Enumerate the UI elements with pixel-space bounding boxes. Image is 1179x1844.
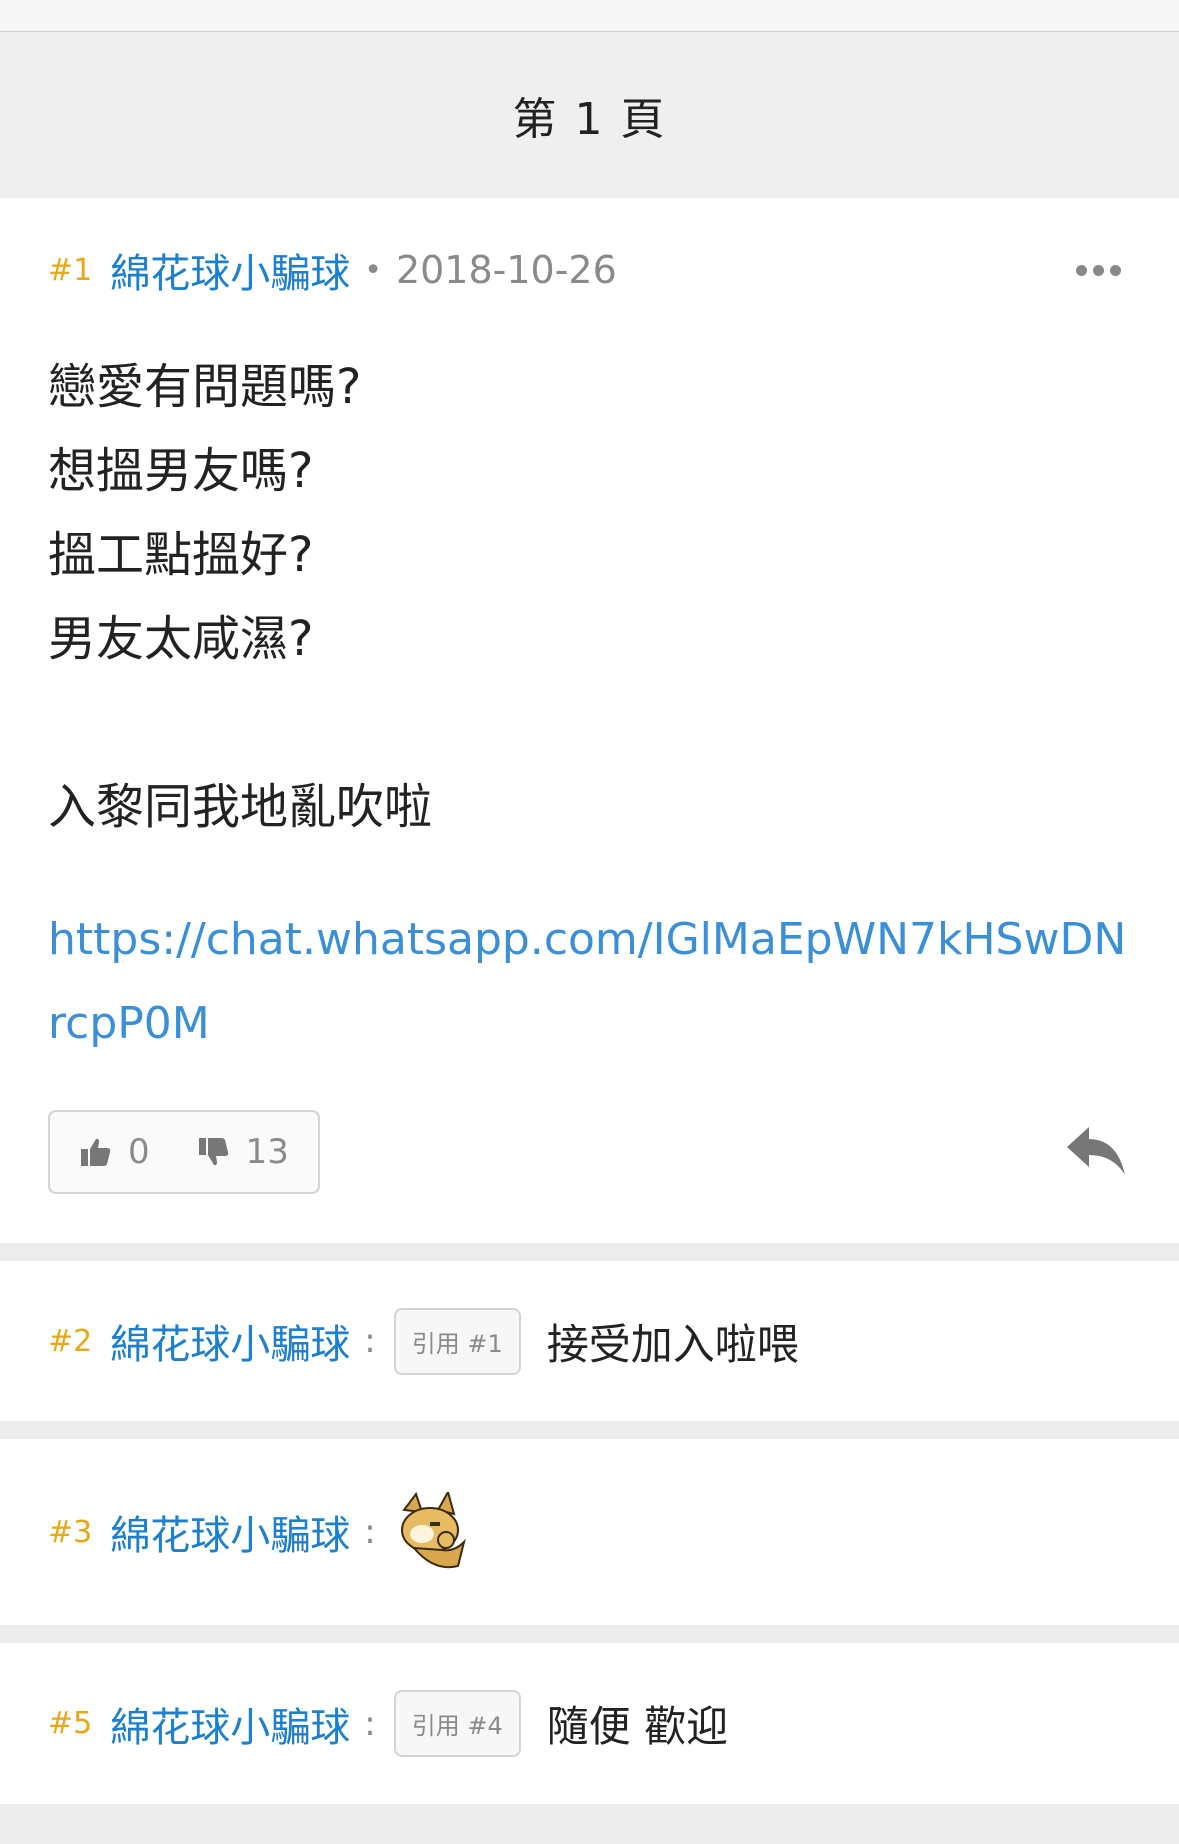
gap bbox=[0, 1243, 1179, 1261]
colon: : bbox=[364, 1512, 376, 1552]
reply-icon[interactable] bbox=[1065, 1125, 1127, 1181]
post-1: #1 綿花球小騙球 • 2018-10-26 戀愛有問題嗎? 想搵男友嗎? 搵工… bbox=[0, 198, 1179, 1243]
gap bbox=[0, 1625, 1179, 1643]
page-header: 第 1 頁 bbox=[0, 32, 1179, 198]
like-button[interactable]: 0 bbox=[80, 1132, 150, 1172]
comment-5: #5 綿花球小騙球 : 引用 #4 隨便 歡迎 bbox=[0, 1643, 1179, 1804]
gap bbox=[0, 1421, 1179, 1439]
body-line bbox=[48, 681, 432, 765]
meta-separator: • bbox=[364, 252, 382, 288]
comment-2: #2 綿花球小騙球 : 引用 #1 接受加入啦喂 bbox=[0, 1261, 1179, 1421]
dislike-count: 13 bbox=[245, 1132, 289, 1172]
quote-button[interactable]: 引用 #1 bbox=[393, 1307, 521, 1375]
whatsapp-link[interactable]: https://chat.whatsapp.com/IGlMaEpWN7kHSw… bbox=[48, 898, 1138, 1066]
body-line: 男友太咸濕? bbox=[48, 611, 314, 667]
floor-number: #5 bbox=[48, 1706, 93, 1741]
body-line: 搵工點搵好? bbox=[48, 527, 314, 583]
dislike-button[interactable]: 13 bbox=[198, 1132, 289, 1172]
post-meta: #1 綿花球小騙球 • 2018-10-26 bbox=[48, 240, 617, 300]
comment-text: 接受加入啦喂 bbox=[546, 1319, 799, 1369]
vote-box: 0 13 bbox=[48, 1110, 320, 1194]
colon: : bbox=[364, 1703, 376, 1744]
body-line: 入黎同我地亂吹啦 bbox=[48, 779, 433, 835]
more-dots-icon[interactable] bbox=[1076, 265, 1121, 276]
author-name[interactable]: 綿花球小騙球 bbox=[110, 1312, 350, 1370]
floor-number: #1 bbox=[48, 252, 93, 288]
thumbs-down-icon bbox=[198, 1138, 228, 1166]
author-name[interactable]: 綿花球小騙球 bbox=[110, 241, 350, 299]
thumbs-up-icon bbox=[81, 1138, 111, 1166]
author-name[interactable]: 綿花球小騙球 bbox=[110, 1695, 350, 1753]
author-name[interactable]: 綿花球小騙球 bbox=[110, 1503, 350, 1561]
comment-3: #3 綿花球小騙球 : bbox=[0, 1439, 1179, 1625]
quote-button[interactable]: 引用 #4 bbox=[393, 1690, 521, 1757]
floor-number: #2 bbox=[48, 1323, 93, 1359]
body-line: 想搵男友嗎? bbox=[48, 443, 314, 499]
post-body: 戀愛有問題嗎? 想搵男友嗎? 搵工點搵好? 男友太咸濕? 入黎同我地亂吹啦 bbox=[48, 345, 432, 849]
fox-sticker-icon bbox=[400, 1492, 466, 1569]
colon: : bbox=[364, 1321, 376, 1361]
like-count: 0 bbox=[128, 1132, 150, 1172]
top-strip bbox=[0, 0, 1179, 32]
bottom-gap bbox=[0, 1804, 1179, 1844]
comment-text: 隨便 歡迎 bbox=[546, 1702, 729, 1751]
floor-number: #3 bbox=[48, 1514, 93, 1550]
body-line: 戀愛有問題嗎? bbox=[48, 359, 362, 415]
post-date: 2018-10-26 bbox=[395, 248, 617, 292]
page-title: 第 1 頁 bbox=[512, 94, 667, 145]
